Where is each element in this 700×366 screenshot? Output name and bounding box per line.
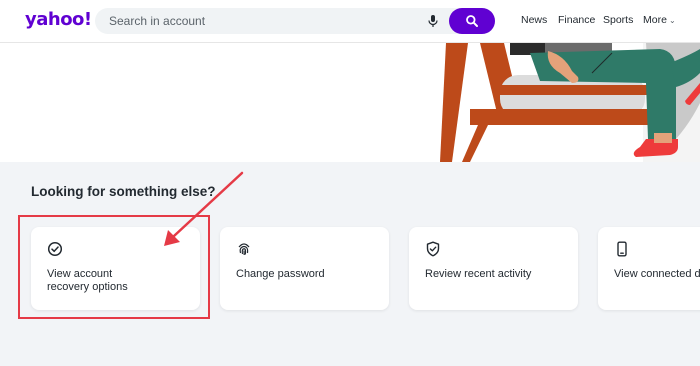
microphone-icon[interactable] [426, 14, 440, 28]
top-header: yahoo! News Finance Sports More⌄ [0, 0, 700, 43]
annotation-arrow [164, 171, 244, 246]
search-icon [466, 15, 478, 27]
nav-more-label: More [643, 14, 667, 26]
nav-news[interactable]: News [521, 14, 547, 26]
nav-sports[interactable]: Sports [603, 14, 633, 26]
search-button[interactable] [449, 8, 495, 34]
search-bar [95, 8, 495, 34]
yahoo-logo[interactable]: yahoo! [25, 9, 92, 30]
nav-finance[interactable]: Finance [558, 14, 595, 26]
search-input[interactable] [109, 13, 409, 29]
chevron-down-icon: ⌄ [668, 16, 676, 25]
nav-more[interactable]: More ⌄ [643, 14, 676, 26]
